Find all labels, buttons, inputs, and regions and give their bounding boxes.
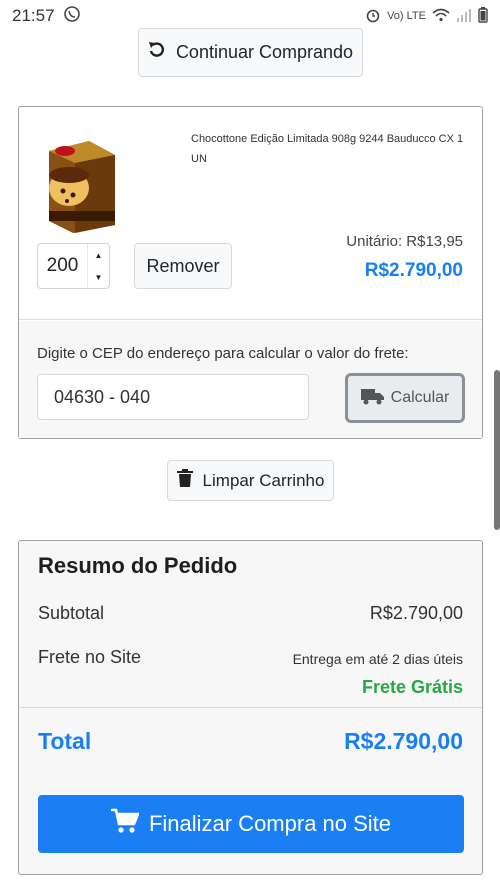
delivery-text: Entrega em até 2 dias úteis [292,651,463,667]
network-label: Vo) LTE [387,10,426,22]
increment-icon[interactable]: ▲ [88,244,109,266]
wifi-icon [432,8,450,25]
signal-icon [456,8,472,25]
quantity-stepper[interactable]: 200 ▲ ▼ [37,243,110,289]
continue-shopping-button[interactable]: Continuar Comprando [138,28,363,77]
alarm-icon [365,7,381,26]
status-right: Vo) LTE [365,6,488,26]
checkout-label: Finalizar Compra no Site [148,811,392,836]
quantity-spinner: ▲ ▼ [87,244,109,288]
continue-shopping-label: Continuar Comprando [175,42,354,62]
cart-item: Chocottone Edição Limitada 908g 9244 Bau… [19,107,482,320]
item-total-price: R$2.790,00 [364,260,463,281]
cep-label: Digite o CEP do endereço para calcular o… [37,345,409,362]
order-summary: Resumo do Pedido Subtotal R$2.790,00 Fre… [18,540,483,875]
scrollbar[interactable] [494,370,500,530]
subtotal-label: Subtotal [38,603,105,623]
cart-icon [110,808,140,840]
remove-button[interactable]: Remover [134,243,232,289]
remove-label: Remover [146,255,220,276]
undo-icon [148,41,166,64]
whatsapp-icon [63,5,81,28]
decrement-icon[interactable]: ▼ [88,266,109,288]
battery-icon [478,6,488,26]
product-name[interactable]: Chocottone Edição Limitada 908g 9244 Bau… [191,129,466,169]
total-label: Total [38,728,92,754]
unit-price: Unitário: R$13,95 [346,233,463,250]
checkout-button[interactable]: Finalizar Compra no Site [38,795,464,853]
truck-icon [360,387,385,410]
summary-divider [19,707,482,708]
status-time: 21:57 [12,6,55,25]
quantity-value[interactable]: 200 [38,244,87,288]
shipping-calculator: Digite o CEP do endereço para calcular o… [19,321,482,438]
calculate-button[interactable]: Calcular [345,373,465,423]
clear-cart-label: Limpar Carrinho [202,470,325,490]
calculate-label: Calcular [390,389,450,406]
trash-icon [176,469,193,492]
summary-title: Resumo do Pedido [38,553,238,578]
total-value: R$2.790,00 [344,728,463,754]
free-shipping-badge: Frete Grátis [361,677,463,697]
cep-input[interactable]: 04630 - 040 [37,374,309,420]
subtotal-value: R$2.790,00 [369,603,463,623]
shipping-label: Frete no Site [38,647,142,667]
product-image[interactable] [39,133,121,235]
clear-cart-button[interactable]: Limpar Carrinho [167,460,334,501]
cart-card: Chocottone Edição Limitada 908g 9244 Bau… [18,106,483,439]
